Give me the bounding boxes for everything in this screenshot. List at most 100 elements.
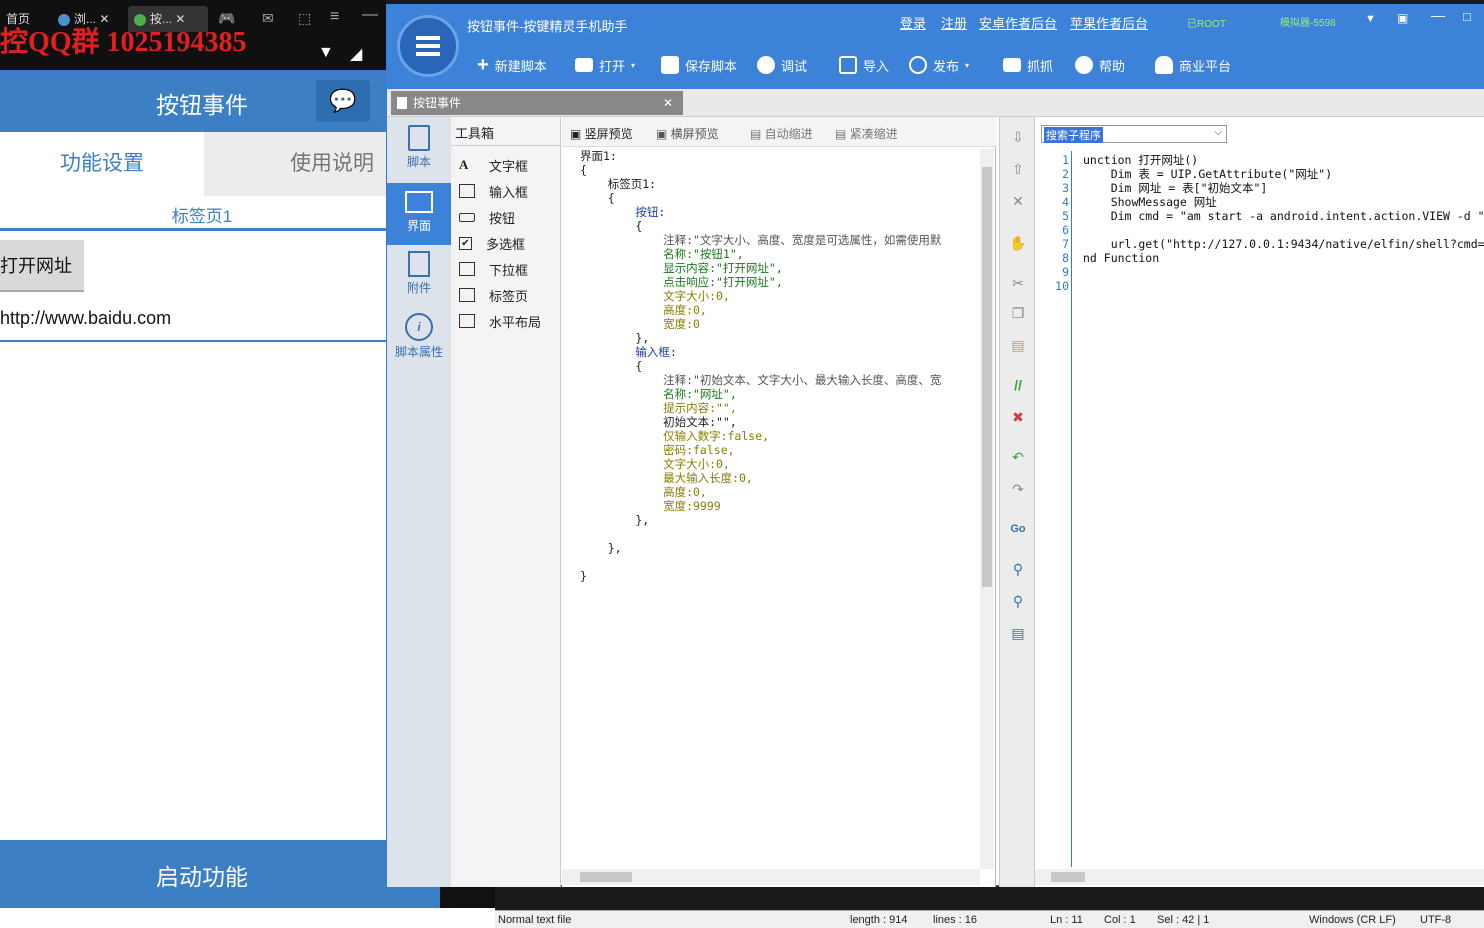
horizontal-scrollbar[interactable]: [562, 869, 980, 885]
search-placeholder: 搜索子程序: [1044, 127, 1103, 143]
code-line: 高度:0,: [580, 485, 707, 499]
tool-tabpage[interactable]: 标签页: [459, 283, 528, 307]
tool-textbox[interactable]: A 文字框: [459, 153, 528, 177]
tool-input[interactable]: 输入框: [459, 179, 528, 203]
start-function-button[interactable]: 启动功能: [0, 840, 440, 908]
compact-indent-button[interactable]: ▤ 紧凑缩进: [835, 125, 898, 142]
open-url-button[interactable]: 打开网址: [0, 240, 84, 292]
nav-attachment[interactable]: 附件: [387, 247, 451, 309]
horizontal-scrollbar[interactable]: [1035, 869, 1484, 885]
root-status: 已ROOT: [1187, 19, 1226, 30]
script-code-text: unction 打开网址() Dim 表 = UIP.GetAttribute(…: [1083, 153, 1484, 293]
page-tab-label[interactable]: 标签页1: [0, 202, 404, 227]
delete-icon[interactable]: ✕: [1008, 191, 1028, 211]
doc-tab-button-event[interactable]: 按钮事件 ✕: [391, 91, 683, 115]
cut-icon[interactable]: ✂: [1008, 273, 1028, 293]
close-icon[interactable]: ✕: [663, 91, 673, 115]
code-line: 宽度:9999: [580, 499, 721, 513]
code-line: {: [580, 219, 643, 233]
code-line: url.get("http://127.0.0.1:9434/native/el…: [1083, 237, 1484, 251]
tool-checkbox[interactable]: ✔ 多选框: [459, 231, 525, 255]
restore-icon[interactable]: ▣: [1397, 11, 1408, 25]
scrollbar-thumb[interactable]: [982, 167, 992, 587]
menu-icon[interactable]: ≡: [330, 8, 339, 26]
code-line: 最大输入长度:0,: [580, 471, 753, 485]
open-button[interactable]: 打开 ▾: [575, 53, 635, 77]
script-code-editor[interactable]: 搜索子程序 ⌵ 1 2 3 4 5 6 7 8 9 10 unction 打开网址() Dim 表…: [1035, 117, 1484, 887]
chat-icon[interactable]: 💬: [316, 80, 370, 122]
code-line: 密码:false,: [580, 443, 735, 457]
move-up-icon[interactable]: ⇧: [1008, 159, 1028, 179]
register-link[interactable]: 注册: [941, 13, 967, 32]
redo-icon[interactable]: ↷: [1008, 479, 1028, 499]
maximize-icon[interactable]: □: [1463, 9, 1471, 24]
status-col: Col : 1: [1104, 914, 1136, 926]
chevron-down-icon: ▾: [965, 60, 970, 70]
find-icon[interactable]: ⚲: [1008, 559, 1028, 579]
tab-underline: [0, 228, 386, 231]
line-number: 6: [1062, 223, 1069, 237]
nav-script-properties[interactable]: i 脚本属性: [387, 311, 451, 373]
landscape-preview-button[interactable]: ▣ 横屏预览: [656, 125, 719, 142]
code-line: Dim 表 = UIP.GetAttribute("网址"): [1083, 167, 1333, 181]
apple-author-link[interactable]: 苹果作者后台: [1070, 13, 1148, 32]
nav-script[interactable]: 脚本: [387, 121, 451, 183]
tool-dropdown[interactable]: 下拉框: [459, 257, 528, 281]
hand-icon[interactable]: ✋: [1008, 233, 1028, 253]
paste-icon[interactable]: ▤: [1008, 335, 1028, 355]
main-menu-button[interactable]: [397, 15, 459, 77]
code-line: 初始文本:"",: [580, 415, 737, 429]
code-line: 注释:"文字大小、高度、宽度是可选属性，如需使用默: [580, 233, 942, 247]
android-author-link[interactable]: 安卓作者后台: [979, 13, 1057, 32]
tab-usage[interactable]: 使用说明: [204, 132, 386, 196]
line-number: 1: [1062, 153, 1069, 167]
debug-button[interactable]: 调试: [757, 53, 807, 77]
minimize-icon[interactable]: —: [1431, 7, 1445, 23]
capture-button[interactable]: 抓抓: [1003, 53, 1053, 77]
auto-indent-button[interactable]: ▤ 自动缩进: [750, 125, 813, 142]
help-button[interactable]: 帮助: [1075, 53, 1125, 77]
publish-button[interactable]: 发布 ▾: [909, 53, 969, 77]
portrait-preview-button[interactable]: ▣ 竖屏预览: [570, 125, 633, 142]
import-button[interactable]: 导入: [839, 53, 889, 77]
copy-icon[interactable]: ❐: [1008, 303, 1028, 323]
code-line: 界面1:: [580, 149, 617, 163]
comment-icon[interactable]: //: [1008, 375, 1028, 395]
chevron-down-icon[interactable]: ▼: [1365, 13, 1376, 25]
code-line: {: [580, 191, 615, 205]
code-line: {: [580, 359, 643, 373]
minimize-icon[interactable]: —: [362, 6, 378, 24]
ui-code-editor[interactable]: ▣ 竖屏预览 ▣ 横屏预览 ▤ 自动缩进 ▤ 紧凑缩进 界面1:{ 标签页1: …: [562, 117, 996, 887]
vertical-scrollbar[interactable]: [980, 149, 994, 869]
code-line: },: [580, 513, 650, 527]
code-line: Dim cmd = "am start -a android.intent.ac…: [1083, 209, 1484, 223]
login-link[interactable]: 登录: [900, 13, 926, 32]
mail-icon[interactable]: ✉: [262, 10, 274, 27]
move-down-icon[interactable]: ⇩: [1008, 127, 1028, 147]
goto-icon[interactable]: Go: [1008, 519, 1028, 539]
tool-button[interactable]: 按钮: [459, 205, 515, 229]
signal-icon: ◢: [350, 46, 363, 63]
tab-func-settings[interactable]: 功能设置: [0, 132, 204, 196]
code-line: 显示内容:"打开网址",: [580, 261, 783, 275]
business-platform-button[interactable]: 商业平台: [1155, 53, 1231, 77]
url-input[interactable]: http://www.baidu.com: [0, 308, 386, 342]
tool-hlayout[interactable]: 水平布局: [459, 309, 541, 333]
code-line: {: [580, 163, 587, 177]
save-script-button[interactable]: 保存脚本: [661, 53, 737, 77]
uncomment-icon[interactable]: ✖: [1008, 407, 1028, 427]
code-line: 名称:"按钮1",: [580, 247, 744, 261]
subroutine-search-select[interactable]: 搜索子程序 ⌵: [1041, 125, 1227, 143]
crop-icon[interactable]: ⬚: [298, 10, 311, 27]
undo-icon[interactable]: ↶: [1008, 447, 1028, 467]
new-script-button[interactable]: + 新建脚本: [477, 53, 547, 77]
scrollbar-thumb[interactable]: [1051, 872, 1085, 882]
scrollbar-thumb[interactable]: [580, 872, 632, 882]
status-file-type: Normal text file: [498, 914, 572, 926]
line-number: 5: [1062, 209, 1069, 223]
nav-ui[interactable]: 界面: [387, 183, 451, 245]
left-nav: 脚本 界面 附件 i 脚本属性: [387, 117, 451, 887]
replace-icon[interactable]: ⚲: [1008, 591, 1028, 611]
outline-icon[interactable]: ▤: [1008, 623, 1028, 643]
